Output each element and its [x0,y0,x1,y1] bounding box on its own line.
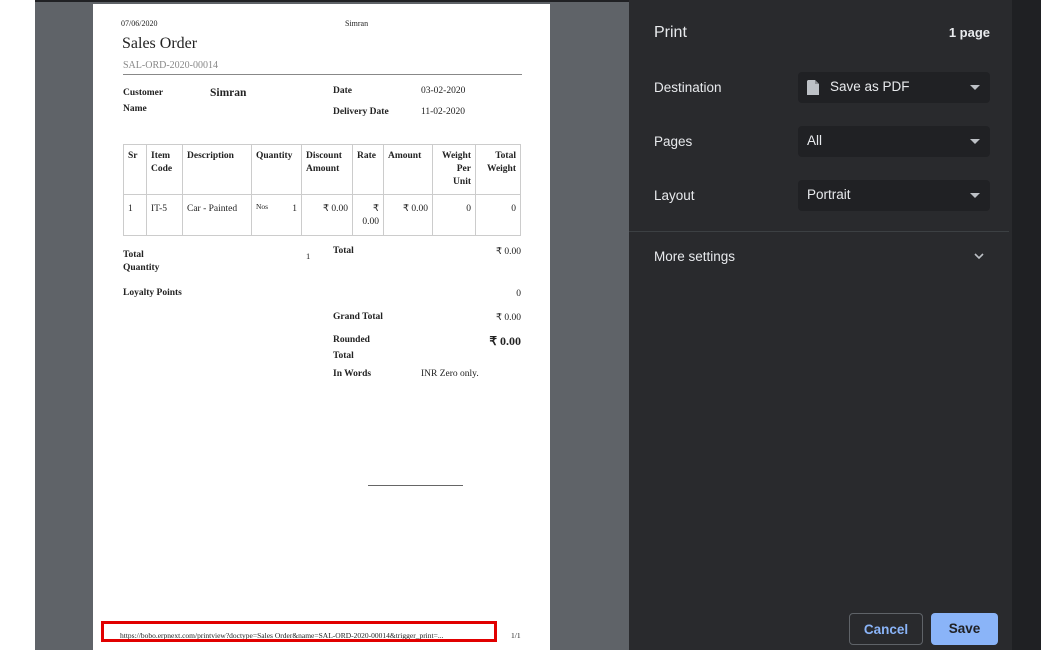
destination-label: Destination [654,80,722,95]
pages-label: Pages [654,134,693,149]
col-header-rate: Rate [352,143,384,196]
cell-total-weight: 0 [475,194,521,237]
cell-description: Car - Painted [182,194,252,237]
panel-divider [629,231,1009,232]
cell-weight-per-unit: 0 [432,194,476,237]
save-button[interactable]: Save [931,613,998,645]
highlight-box [101,621,497,642]
cell-quantity: Nos 1 [251,194,302,237]
print-settings-panel: Print 1 page Destination Save as PDF Pag… [629,0,1012,650]
destination-value: Save as PDF [830,79,910,94]
table-header-row: Sr Item Code Description Quantity Discoun… [123,143,521,196]
signature-line [368,485,463,486]
preview-page: 07/06/2020 Simran Sales Order SAL-ORD-20… [93,4,550,650]
header-date: 07/06/2020 [121,19,158,28]
print-title: Print [654,24,687,41]
total-quantity-label: Total [123,250,144,260]
cell-item-code: IT-5 [146,194,183,237]
pages-select[interactable]: All [798,126,990,157]
right-strip [1012,0,1041,650]
col-header-discount-amount: Discount Amount [301,143,353,196]
destination-select[interactable]: Save as PDF [798,72,990,103]
dropdown-arrow-icon [970,85,980,90]
grand-total-value: ₹ 0.00 [495,313,521,323]
title-rule [123,74,522,75]
total-value: ₹ 0.00 [495,247,521,257]
rounded-total-label: Rounded [333,335,370,345]
preview-top-line [35,0,629,2]
layout-value: Portrait [807,187,851,202]
footer-page-number: 1/1 [511,631,521,640]
rounded-total-label-2: Total [333,351,354,361]
total-quantity-label-2: Quantity [123,263,160,273]
header-user: Simran [345,19,369,28]
customer-label: Customer [123,88,164,98]
col-header-sr: Sr [123,143,147,196]
col-header-total-weight: Total Weight [475,143,521,196]
document-title: Sales Order [122,35,198,52]
cell-rate: ₹0.00 [352,194,384,237]
cell-qty: 1 [292,204,297,215]
cancel-button[interactable]: Cancel [849,613,923,645]
in-words-value: INR Zero only. [421,369,479,379]
delivery-date-label: Delivery Date [333,107,389,117]
cell-uom: Nos [256,202,269,212]
table-row: 1 IT-5 Car - Painted Nos 1 ₹ 0.00 ₹0.00 … [123,194,521,237]
cell-amount: ₹ 0.00 [383,194,433,237]
document-icon [807,80,819,95]
total-label: Total [333,246,354,256]
customer-value: Simran [210,87,247,99]
col-header-weight-per-unit: Weight Per Unit [432,143,476,196]
cell-discount: ₹ 0.00 [301,194,353,237]
layout-select[interactable]: Portrait [798,180,990,211]
dropdown-arrow-icon [970,193,980,198]
page-count: 1 page [948,25,990,40]
pages-value: All [807,133,823,148]
col-header-amount: Amount [383,143,433,196]
loyalty-points-value: 0 [516,289,521,299]
col-header-item-code: Item Code [146,143,183,196]
delivery-date-value: 11-02-2020 [421,107,465,117]
more-settings-toggle[interactable]: More settings [654,249,735,264]
in-words-label: In Words [333,369,372,379]
cell-sr: 1 [123,194,147,237]
items-table: Sr Item Code Description Quantity Discoun… [123,143,521,237]
loyalty-points-label: Loyalty Points [123,288,182,298]
col-header-description: Description [182,143,252,196]
print-preview-area: 07/06/2020 Simran Sales Order SAL-ORD-20… [0,0,629,650]
grand-total-label: Grand Total [333,312,383,322]
layout-label: Layout [654,188,695,203]
date-value: 03-02-2020 [421,86,466,96]
customer-label-2: Name [123,104,147,114]
rounded-total-value: ₹ 0.00 [489,334,521,348]
date-label: Date [333,86,352,96]
col-header-quantity: Quantity [251,143,302,196]
dropdown-arrow-icon [970,139,980,144]
document-number: SAL-ORD-2020-00014 [123,60,218,71]
total-quantity-value: 1 [306,251,311,261]
preview-left-edge [0,0,35,650]
chevron-down-icon[interactable] [973,250,985,262]
